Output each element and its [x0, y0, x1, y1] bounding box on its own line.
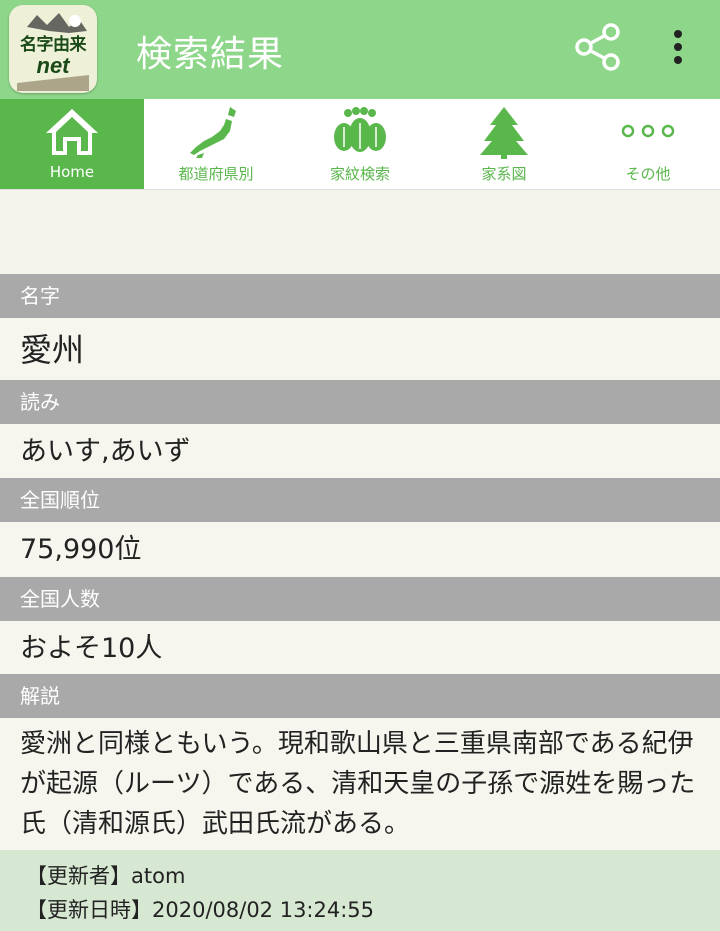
- tab-other[interactable]: その他: [576, 99, 720, 189]
- logo-subtext: net: [36, 53, 70, 78]
- page-title: 検索結果: [136, 34, 285, 75]
- share-icon[interactable]: [573, 23, 623, 71]
- tab-home[interactable]: Home: [0, 99, 144, 189]
- tab-family-tree-label: 家系図: [481, 165, 527, 183]
- update-info: 【更新者】atom 【更新日時】2020/08/02 13:24:55: [0, 850, 720, 931]
- app-bar: 名字由来 net 検索結果: [0, 0, 720, 99]
- tab-family-crest[interactable]: 家紋検索: [288, 99, 432, 189]
- blank-spacer: [0, 190, 720, 273]
- tab-prefecture[interactable]: 都道府県別: [144, 99, 288, 189]
- tab-prefecture-label: 都道府県別: [178, 165, 254, 183]
- reading-header: 読み: [0, 380, 720, 424]
- updated-at-text: 【更新日時】2020/08/02 13:24:55: [26, 898, 375, 922]
- more-vertical-icon[interactable]: [663, 28, 693, 68]
- description-text: 愛洲と同様ともいう。現和歌山県と三重県南部である紀伊が起源（ルーツ）である、清和…: [20, 729, 696, 839]
- family-crest-icon: [334, 107, 386, 152]
- app-logo[interactable]: 名字由来 net: [9, 5, 97, 93]
- tab-other-label: その他: [625, 165, 671, 183]
- home-icon: [46, 109, 98, 155]
- population-value: およそ10人: [20, 633, 163, 664]
- updater-text: 【更新者】atom: [26, 864, 186, 888]
- tab-home-label: Home: [49, 163, 95, 181]
- surname-value: 愛州: [20, 331, 85, 369]
- rank-value: 75,990位: [20, 534, 142, 565]
- more-dots-icon: [621, 124, 675, 138]
- population-header: 全国人数: [0, 577, 720, 621]
- japan-map-icon: [190, 107, 236, 158]
- rank-header: 全国順位: [0, 478, 720, 522]
- logo-text: 名字由来: [20, 35, 87, 54]
- tree-icon: [480, 107, 528, 159]
- description-header: 解説: [0, 674, 720, 718]
- tab-family-crest-label: 家紋検索: [329, 165, 390, 183]
- tab-bar: Home 都道府県別 家紋検索 家系図 その他: [0, 99, 720, 190]
- surname-header: 名字: [0, 274, 720, 318]
- reading-value: あいす,あいず: [20, 436, 191, 467]
- tab-family-tree[interactable]: 家系図: [432, 99, 576, 189]
